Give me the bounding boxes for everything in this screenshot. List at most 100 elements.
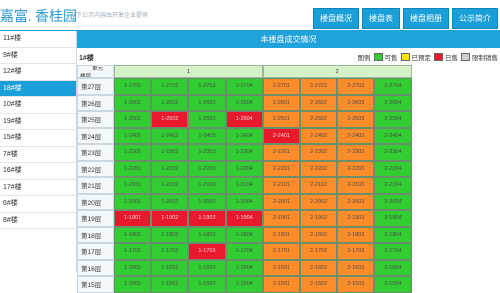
unit-cell[interactable]: 2-2701 — [262, 78, 300, 95]
unit-cell[interactable]: 2-2204 — [374, 160, 412, 177]
unit-cell[interactable]: 2-1703 — [337, 243, 375, 260]
unit-cell[interactable]: 1-1803 — [188, 226, 226, 243]
unit-cell[interactable]: 2-1602 — [300, 259, 338, 276]
unit-cell[interactable]: 2-2501 — [262, 111, 300, 128]
unit-cell[interactable]: 1-1701 — [114, 243, 152, 260]
unit-cell[interactable]: 1-2602 — [151, 94, 189, 111]
sidebar-item-building[interactable]: 10#楼 — [0, 97, 76, 114]
unit-cell[interactable]: 1-2504 — [225, 111, 263, 128]
sidebar-item-building[interactable]: 18#楼 — [0, 80, 76, 97]
unit-cell[interactable]: 2-2602 — [300, 94, 338, 111]
sidebar-item-building[interactable]: 17#楼 — [0, 180, 76, 196]
unit-cell[interactable]: 1-1702 — [151, 243, 189, 260]
unit-cell[interactable]: 2-2401 — [262, 127, 300, 144]
sidebar-item-building[interactable]: 7#楼 — [0, 147, 76, 163]
unit-cell[interactable]: 1-2204 — [225, 160, 263, 177]
unit-cell[interactable]: 2-1903 — [337, 210, 375, 227]
sidebar-item-building[interactable]: 6#楼 — [0, 196, 76, 213]
unit-cell[interactable]: 1-2103 — [188, 177, 226, 194]
unit-cell[interactable]: 1-2603 — [188, 94, 226, 111]
unit-cell[interactable]: 2-2103 — [337, 177, 375, 194]
unit-cell[interactable]: 1-1804 — [225, 226, 263, 243]
unit-cell[interactable]: 2-2303 — [337, 144, 375, 161]
unit-cell[interactable]: 2-1904 — [374, 210, 412, 227]
unit-cell[interactable]: 2-1604 — [374, 259, 412, 276]
unit-cell[interactable]: 1-1601 — [114, 259, 152, 276]
unit-cell[interactable]: 2-1804 — [374, 226, 412, 243]
sidebar-item-building[interactable]: 16#楼 — [0, 163, 76, 180]
unit-cell[interactable]: 1-2202 — [151, 160, 189, 177]
unit-cell[interactable]: 2-2102 — [300, 177, 338, 194]
unit-cell[interactable]: 2-1802 — [300, 226, 338, 243]
unit-cell[interactable]: 2-1803 — [337, 226, 375, 243]
sidebar-item-building[interactable]: 11#楼 — [0, 31, 76, 48]
unit-cell[interactable]: 2-2003 — [337, 193, 375, 210]
unit-cell[interactable]: 2-1702 — [300, 243, 338, 260]
unit-cell[interactable]: 2-1501 — [262, 276, 300, 293]
unit-cell[interactable]: 1-1604 — [225, 259, 263, 276]
unit-cell[interactable]: 2-1503 — [337, 276, 375, 293]
unit-cell[interactable]: 1-1904 — [225, 210, 263, 227]
unit-cell[interactable]: 2-2702 — [300, 78, 338, 95]
unit-cell[interactable]: 1-2101 — [114, 177, 152, 194]
unit-cell[interactable]: 2-2403 — [337, 127, 375, 144]
unit-cell[interactable]: 1-2501 — [114, 111, 152, 128]
unit-cell[interactable]: 2-2601 — [262, 94, 300, 111]
unit-cell[interactable]: 1-2701 — [114, 78, 152, 95]
unit-cell[interactable]: 1-2604 — [225, 94, 263, 111]
unit-cell[interactable]: 1-2401 — [114, 127, 152, 144]
unit-cell[interactable]: 2-2404 — [374, 127, 412, 144]
sidebar-item-building[interactable]: 9#楼 — [0, 48, 76, 64]
unit-cell[interactable]: 1-1501 — [114, 276, 152, 293]
sidebar-item-building[interactable]: 19#楼 — [0, 114, 76, 130]
unit-cell[interactable]: 1-1704 — [225, 243, 263, 260]
unit-cell[interactable]: 1-1901 — [114, 210, 152, 227]
nav-building-table-button[interactable]: 楼盘表 — [362, 8, 400, 29]
unit-cell[interactable]: 2-2104 — [374, 177, 412, 194]
unit-cell[interactable]: 2-2502 — [300, 111, 338, 128]
unit-cell[interactable]: 2-1504 — [374, 276, 412, 293]
unit-cell[interactable]: 1-2702 — [151, 78, 189, 95]
unit-cell[interactable]: 1-1502 — [151, 276, 189, 293]
unit-cell[interactable]: 1-1603 — [188, 259, 226, 276]
unit-cell[interactable]: 2-1704 — [374, 243, 412, 260]
sidebar-item-building[interactable]: 15#楼 — [0, 130, 76, 147]
unit-cell[interactable]: 2-2202 — [300, 160, 338, 177]
unit-cell[interactable]: 2-2201 — [262, 160, 300, 177]
unit-cell[interactable]: 1-2304 — [225, 144, 263, 161]
unit-cell[interactable]: 1-2004 — [225, 193, 263, 210]
unit-cell[interactable]: 2-1801 — [262, 226, 300, 243]
unit-cell[interactable]: 2-2004 — [374, 193, 412, 210]
unit-cell[interactable]: 2-2101 — [262, 177, 300, 194]
nav-album-button[interactable]: 楼盘相册 — [403, 8, 449, 29]
unit-cell[interactable]: 1-2001 — [114, 193, 152, 210]
unit-cell[interactable]: 1-2301 — [114, 144, 152, 161]
unit-cell[interactable]: 1-2502 — [151, 111, 189, 128]
unit-cell[interactable]: 1-1802 — [151, 226, 189, 243]
unit-cell[interactable]: 1-1504 — [225, 276, 263, 293]
unit-cell[interactable]: 1-2003 — [188, 193, 226, 210]
unit-cell[interactable]: 1-2503 — [188, 111, 226, 128]
unit-cell[interactable]: 1-2102 — [151, 177, 189, 194]
unit-cell[interactable]: 1-1503 — [188, 276, 226, 293]
nav-notice-button[interactable]: 公示简介 — [452, 8, 498, 29]
unit-cell[interactable]: 2-2001 — [262, 193, 300, 210]
unit-cell[interactable]: 2-2603 — [337, 94, 375, 111]
unit-cell[interactable]: 2-1502 — [300, 276, 338, 293]
unit-cell[interactable]: 2-1603 — [337, 259, 375, 276]
unit-cell[interactable]: 1-2201 — [114, 160, 152, 177]
unit-cell[interactable]: 2-2203 — [337, 160, 375, 177]
unit-cell[interactable]: 1-2704 — [225, 78, 263, 95]
unit-cell[interactable]: 1-2104 — [225, 177, 263, 194]
sidebar-item-building[interactable]: 12#楼 — [0, 64, 76, 81]
unit-cell[interactable]: 2-2604 — [374, 94, 412, 111]
unit-cell[interactable]: 2-2503 — [337, 111, 375, 128]
unit-cell[interactable]: 1-2002 — [151, 193, 189, 210]
unit-cell[interactable]: 2-2002 — [300, 193, 338, 210]
unit-cell[interactable]: 1-1801 — [114, 226, 152, 243]
unit-cell[interactable]: 1-2404 — [225, 127, 263, 144]
unit-cell[interactable]: 1-2403 — [188, 127, 226, 144]
unit-cell[interactable]: 1-1703 — [188, 243, 226, 260]
sidebar-item-building[interactable]: 8#楼 — [0, 213, 76, 229]
unit-cell[interactable]: 1-1602 — [151, 259, 189, 276]
